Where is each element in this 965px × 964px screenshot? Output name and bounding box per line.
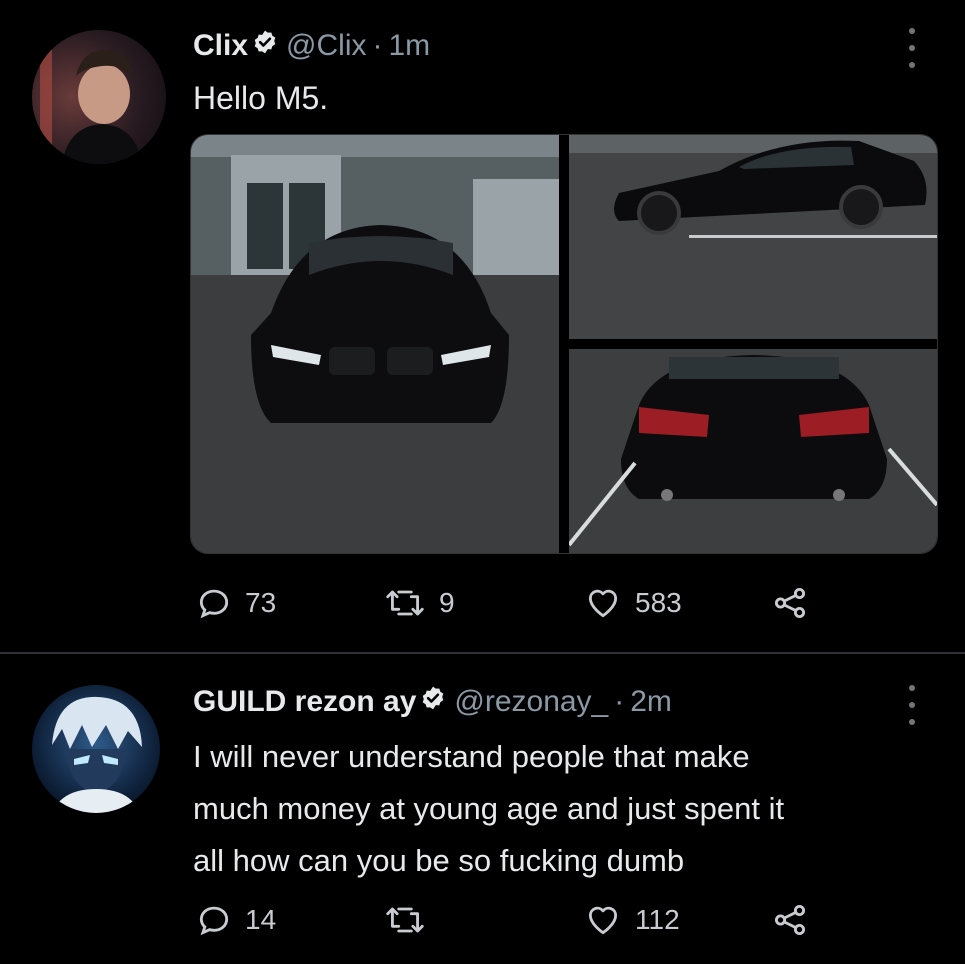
verified-badge-icon — [252, 29, 278, 63]
reply-count: 73 — [245, 587, 277, 618]
like-count: 583 — [635, 587, 682, 618]
tweet-media-grid — [190, 134, 938, 554]
reply-count: 14 — [245, 904, 277, 935]
tweet-text: I will never understand people that make… — [193, 731, 784, 887]
author-name[interactable]: Clix — [193, 29, 248, 63]
like-count: 112 — [635, 904, 680, 935]
share-button[interactable] — [770, 901, 810, 939]
author-handle[interactable]: @Clix — [286, 29, 366, 63]
retweet-button[interactable] — [383, 901, 439, 939]
tweet-actions: 73 9 583 — [195, 584, 815, 624]
tweet-time[interactable]: 2m — [630, 685, 672, 719]
avatar-rezonay[interactable] — [32, 685, 160, 813]
heart-icon — [588, 906, 618, 935]
share-icon — [774, 904, 806, 936]
tweet-text-line: I will never understand people that make — [193, 739, 750, 774]
tweet-clix[interactable]: Clix @Clix · 1m Hello M5. 73 9 583 — [0, 0, 965, 652]
car-front-photo[interactable] — [191, 135, 559, 553]
author-handle[interactable]: @rezonay_ — [454, 685, 608, 719]
avatar-clix[interactable] — [32, 30, 166, 164]
car-side-photo[interactable] — [569, 135, 937, 339]
car-rear-photo[interactable] — [569, 349, 937, 553]
retweet-button[interactable]: 9 — [383, 584, 455, 622]
retweet-icon — [386, 590, 424, 616]
reply-button[interactable]: 73 — [195, 584, 276, 622]
share-icon — [774, 587, 806, 619]
share-button[interactable] — [770, 584, 810, 622]
verified-badge-icon — [420, 685, 446, 719]
like-button[interactable]: 112 — [583, 901, 680, 939]
reply-icon — [199, 589, 229, 619]
tweet-text-line: much money at young age and just spent i… — [193, 791, 785, 826]
tweet-header: GUILD rezon ay @rezonay_ · 2m — [193, 682, 672, 722]
author-name[interactable]: GUILD rezon ay — [193, 685, 416, 719]
retweet-icon — [386, 907, 424, 933]
more-icon[interactable] — [900, 28, 924, 68]
tweet-time[interactable]: 1m — [388, 29, 430, 63]
tweet-text: Hello M5. — [193, 80, 329, 116]
heart-icon — [588, 589, 618, 618]
tweet-divider — [0, 652, 965, 654]
tweet-header: Clix @Clix · 1m — [193, 26, 430, 66]
more-icon[interactable] — [900, 685, 924, 725]
retweet-count: 9 — [439, 587, 455, 618]
tweet-actions: 14 112 — [195, 901, 815, 941]
like-button[interactable]: 583 — [583, 584, 682, 622]
tweet-text-line: all how can you be so fucking dumb — [193, 843, 685, 878]
separator-dot: · — [372, 29, 383, 62]
reply-icon — [199, 906, 229, 936]
reply-button[interactable]: 14 — [195, 901, 276, 939]
separator-dot: · — [614, 685, 625, 718]
tweet-rezonay[interactable]: GUILD rezon ay @rezonay_ · 2m I will nev… — [0, 655, 965, 964]
